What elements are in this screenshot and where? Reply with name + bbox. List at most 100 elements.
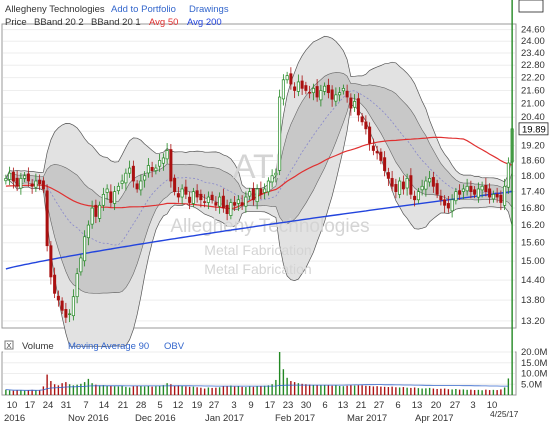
candle-body: [131, 165, 135, 182]
chart-legend: Allegheny Technologies Add to Portfolio …: [5, 4, 229, 28]
candle-body: [405, 178, 409, 189]
candle-body: [26, 173, 30, 182]
candle-body: [488, 188, 492, 198]
candle-body: [409, 175, 413, 195]
price-tick-label: 23.40: [521, 48, 545, 59]
candle-body: [495, 193, 499, 198]
candle-body: [188, 196, 192, 203]
candle-body: [225, 204, 229, 215]
candle-body: [383, 157, 387, 171]
candle-body: [218, 196, 222, 207]
candle-body: [308, 92, 312, 94]
candle-body: [210, 194, 214, 201]
candle-body: [341, 87, 345, 92]
price-tick-label: 18.60: [521, 155, 545, 166]
volume-legend: X Volume Moving Average 90 OBV: [4, 340, 185, 352]
candle-body: [398, 180, 402, 195]
stock-chart: ATI Allegheny Technologies Metal Fabrica…: [0, 0, 550, 428]
candle-body: [11, 171, 15, 182]
candle-body: [41, 180, 45, 190]
date-tick-label: 31: [61, 400, 72, 411]
price-tick-label: 21.60: [521, 86, 545, 97]
candle-body: [360, 116, 364, 123]
candle-body: [390, 178, 394, 187]
candle-body: [503, 185, 507, 206]
candle-body: [424, 180, 428, 190]
candle-body: [334, 94, 338, 102]
price-tick-label: 22.80: [521, 60, 545, 71]
date-tick-label: 10: [7, 400, 18, 411]
price-tick-label: 20.40: [521, 112, 545, 123]
candle-body: [379, 151, 383, 161]
candle-body: [274, 172, 278, 176]
candle-body: [401, 181, 405, 190]
legend-volume-ma: Moving Average 90: [68, 341, 149, 352]
candle-body: [364, 121, 368, 130]
candle-body: [439, 195, 443, 201]
legend-avg-50: Avg 50: [149, 17, 178, 28]
candle-body: [476, 188, 480, 198]
candle-body: [270, 175, 274, 183]
price-tick-label: 18.00: [521, 171, 545, 182]
last-price-label: 19.89: [522, 124, 546, 135]
candle-body: [296, 81, 300, 92]
candle-body: [221, 195, 225, 209]
candle-body: [293, 86, 297, 91]
date-tick-label: 27: [209, 400, 220, 411]
candle-body: [240, 202, 244, 206]
candle-body: [135, 183, 139, 190]
date-tick-label: 5: [157, 400, 162, 411]
candle-body: [431, 177, 435, 187]
candle-body: [19, 178, 23, 189]
candle-body: [266, 180, 270, 193]
chart-svg: ATI Allegheny Technologies Metal Fabrica…: [0, 0, 549, 424]
candle-body: [263, 188, 267, 193]
candle-body: [94, 204, 98, 217]
date-tick-label: 14: [99, 400, 110, 411]
date-tick-label: 19: [192, 400, 203, 411]
candle-body: [450, 199, 454, 212]
month-label: Apr 2017: [415, 413, 454, 424]
date-tick-label: 7: [83, 400, 88, 411]
volume-current-label: 7.7M: [522, 0, 543, 3]
date-tick-label: 27: [450, 400, 461, 411]
candle-body: [206, 196, 210, 203]
price-axis: 24.6024.0023.4022.80 22.20 21.60 21.00 20.40…: [518, 25, 549, 327]
price-tick-label: 17.40: [521, 187, 545, 198]
candle-body: [101, 193, 105, 206]
drawings-link[interactable]: Drawings: [189, 4, 229, 15]
candle-body: [158, 160, 162, 167]
candle-body: [289, 73, 293, 85]
candle-body: [116, 185, 120, 192]
candle-body: [416, 191, 420, 201]
date-axis: 10 17 24 31 7 14 21 28 5 12 19 27 3 9 17 23 30 6 13 21 27 6 13…: [4, 400, 519, 424]
candle-body: [244, 196, 248, 207]
candle-body: [311, 87, 315, 94]
date-tick-label: 3: [470, 400, 475, 411]
candle-body: [173, 177, 177, 192]
candle-body: [375, 151, 379, 154]
candle-body: [236, 199, 240, 204]
candle-body: [109, 191, 113, 203]
candle-body: [319, 90, 323, 101]
date-tick-label: 12: [173, 400, 184, 411]
price-tick-label: 15.60: [521, 238, 545, 249]
date-tick-label: 6: [395, 400, 400, 411]
candle-body: [199, 193, 203, 201]
candle-body: [386, 172, 390, 179]
candle-body: [214, 202, 218, 206]
candle-body: [281, 79, 285, 100]
add-to-portfolio-link[interactable]: Add to Portfolio: [111, 4, 176, 15]
candle-body: [278, 96, 282, 171]
legend-bband-1: BBand 20 1: [91, 17, 141, 28]
candle-body: [480, 185, 484, 191]
candle-body: [428, 178, 432, 183]
candle-body: [86, 224, 90, 239]
candle-body: [195, 190, 199, 198]
candle-body: [203, 201, 207, 203]
date-tick-label: 27: [374, 400, 385, 411]
date-tick-label: 21: [118, 400, 129, 411]
date-tick-label: 13: [338, 400, 349, 411]
legend-obv: OBV: [164, 341, 185, 352]
company-name: Allegheny Technologies: [5, 4, 105, 15]
